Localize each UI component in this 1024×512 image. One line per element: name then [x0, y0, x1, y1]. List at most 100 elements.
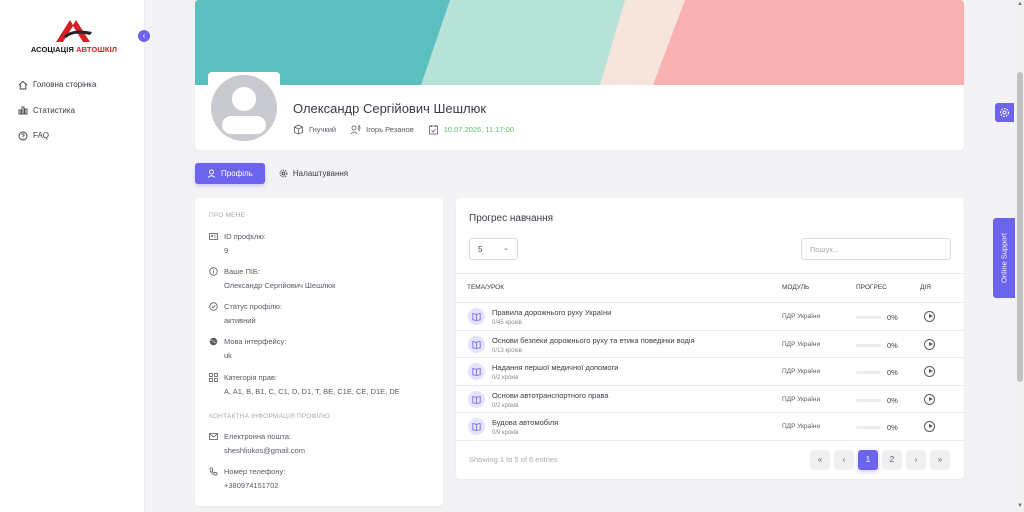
sidebar-item-faq[interactable]: FAQ: [18, 123, 96, 149]
page-2-button[interactable]: 2: [882, 450, 902, 470]
progress-card: Прогрес навчання 5 ⌄ ТЕМА/УРОК МОДУЛЬ ПР…: [456, 198, 964, 479]
table-row[interactable]: Основи безпеки дорожнього руху та етика …: [456, 331, 964, 358]
help-icon: [18, 131, 28, 141]
progress-value: 0%: [887, 368, 898, 377]
page-1-button[interactable]: 1: [858, 450, 878, 470]
online-support-button[interactable]: Online Support: [993, 218, 1015, 298]
scroll-up-icon[interactable]: ▲: [1017, 1, 1023, 7]
page-next-button[interactable]: ›: [906, 450, 926, 470]
book-icon: [468, 308, 485, 325]
lesson-module: ПДР України: [782, 368, 821, 375]
lesson-steps: 0/9 кроків: [492, 430, 519, 436]
calendar-check-icon: [428, 125, 438, 135]
globe-icon: [209, 337, 218, 346]
sidebar-item-home[interactable]: Головна сторінка: [18, 72, 96, 98]
user-icon: [207, 169, 216, 178]
showing-entries: Showing 1 to 5 of 6 entries: [469, 455, 558, 464]
pagination: « ‹ 1 2 › »: [806, 450, 950, 470]
page-prev-button[interactable]: ‹: [834, 450, 854, 470]
sidebar: АСОЦІАЦІЯ АВТОШКІЛ ‹ Головна сторінка Ст…: [0, 0, 150, 512]
about-value: A, A1, B, B1, C, C1, D, D1, T, BE, C1E, …: [224, 387, 400, 396]
avatar[interactable]: [208, 72, 280, 144]
page-first-button[interactable]: «: [810, 450, 830, 470]
play-icon[interactable]: [924, 421, 935, 432]
book-icon: [468, 363, 485, 380]
table-row[interactable]: Основи автотранспортного права 0/2 кроків…: [456, 386, 964, 413]
profile-type: Гнучкий: [293, 124, 336, 135]
contact-section-title: КОНТАКТНА ІНФОРМАЦІЯ ПРОФІЛЮ: [209, 413, 330, 420]
play-icon[interactable]: [924, 338, 935, 350]
about-value: активний: [224, 316, 256, 325]
book-icon: [468, 390, 485, 408]
about-item-id: ID профілю: 9: [209, 232, 434, 255]
about-item-phone: Номер телефону: +380974151702: [209, 467, 434, 490]
sidebar-nav: Головна сторінка Статистика FAQ: [18, 72, 96, 149]
about-value: 9: [224, 246, 229, 255]
tab-profile[interactable]: Профіль: [195, 163, 265, 184]
sidebar-item-label: Головна сторінка: [33, 80, 97, 90]
logo-text: АСОЦІАЦІЯ АВТОШКІЛ: [30, 45, 118, 54]
table-row[interactable]: Будова автомобіля 0/9 кроків ПДР України 0%: [456, 413, 964, 441]
column-module[interactable]: МОДУЛЬ: [782, 284, 809, 291]
user-voice-icon: [350, 124, 361, 135]
column-topic[interactable]: ТЕМА/УРОК: [467, 284, 504, 291]
table-header: ТЕМА/УРОК МОДУЛЬ ПРОГРЕС ДІЯ: [456, 273, 964, 303]
table-row[interactable]: Правила дорожнього руху України 0/45 крок…: [456, 303, 964, 331]
sidebar-item-label: Статистика: [33, 105, 76, 115]
scrollbar[interactable]: ▲ ▼: [1016, 0, 1024, 512]
play-icon[interactable]: [924, 393, 935, 405]
about-item-license: Категорія прав: A, A1, B, B1, C, C1, D, …: [209, 373, 434, 396]
chevron-left-icon[interactable]: ‹: [138, 30, 150, 42]
check-circle-icon: [209, 302, 218, 311]
page-size-select[interactable]: 5 ⌄: [469, 238, 518, 260]
play-icon[interactable]: [924, 311, 935, 322]
lesson-steps: 0/45 кроків: [492, 320, 522, 326]
logo-mark-icon: [56, 20, 92, 42]
box-icon: [294, 124, 303, 135]
lesson-name[interactable]: Надання першої медичної допомоги: [492, 363, 618, 372]
about-value: +380974151702: [224, 481, 279, 490]
about-value: sheshliukos@gmail.com: [224, 446, 305, 455]
lesson-name[interactable]: Основи безпеки дорожнього руху та етика …: [492, 336, 695, 345]
progress-bar: [856, 371, 881, 374]
progress-bar: [856, 426, 881, 429]
theme-settings-button[interactable]: [995, 103, 1014, 122]
about-value: Олександр Сергійович Шешлюк: [224, 281, 336, 290]
about-card: ПРО МЕНЕ ID профілю: 9 Ваше ПІБ: Олексан…: [195, 198, 443, 506]
progress-value: 0%: [887, 395, 898, 405]
table-row[interactable]: Надання першої медичної допомоги 0/2 крок…: [456, 358, 964, 386]
page-last-button[interactable]: »: [930, 450, 950, 470]
scroll-thumb[interactable]: [1017, 72, 1023, 382]
play-icon[interactable]: [924, 366, 935, 377]
gear-icon: [999, 107, 1010, 118]
home-icon: [18, 80, 28, 90]
lesson-module: ПДР України: [782, 313, 821, 320]
about-item-language: Мова інтерфейсу: uk: [209, 337, 434, 360]
gear-icon: [279, 169, 288, 178]
tab-settings[interactable]: Налаштування: [267, 163, 360, 184]
progress-bar: [856, 316, 881, 319]
scroll-down-icon[interactable]: ▼: [1017, 503, 1023, 509]
avatar-placeholder-icon: [211, 75, 277, 141]
sidebar-item-stats[interactable]: Статистика: [18, 98, 96, 124]
phone-icon: [209, 467, 218, 476]
progress-value: 0%: [887, 313, 898, 322]
search-input[interactable]: [801, 238, 951, 260]
progress-title: Прогрес навчання: [469, 213, 554, 224]
profile-tabs: Профіль Налаштування: [195, 163, 360, 184]
lesson-module: ПДР України: [782, 395, 821, 403]
profile-name: Олександр Сергійович Шешлюк: [293, 101, 487, 116]
lesson-name[interactable]: Правила дорожнього руху України: [492, 308, 611, 317]
column-progress[interactable]: ПРОГРЕС: [856, 284, 887, 291]
book-icon: [468, 418, 485, 435]
about-section-title: ПРО МЕНЕ: [209, 212, 246, 219]
lesson-module: ПДР України: [782, 423, 821, 430]
about-item-fullname: Ваше ПІБ: Олександр Сергійович Шешлюк: [209, 267, 434, 290]
logo[interactable]: АСОЦІАЦІЯ АВТОШКІЛ: [28, 18, 120, 58]
lesson-steps: 0/13 кроків: [492, 347, 522, 354]
mail-icon: [209, 433, 218, 440]
lesson-name[interactable]: Будова автомобіля: [492, 418, 558, 427]
lesson-name[interactable]: Основи автотранспортного права: [492, 391, 608, 400]
progress-value: 0%: [887, 423, 898, 432]
profile-banner: [195, 0, 964, 85]
